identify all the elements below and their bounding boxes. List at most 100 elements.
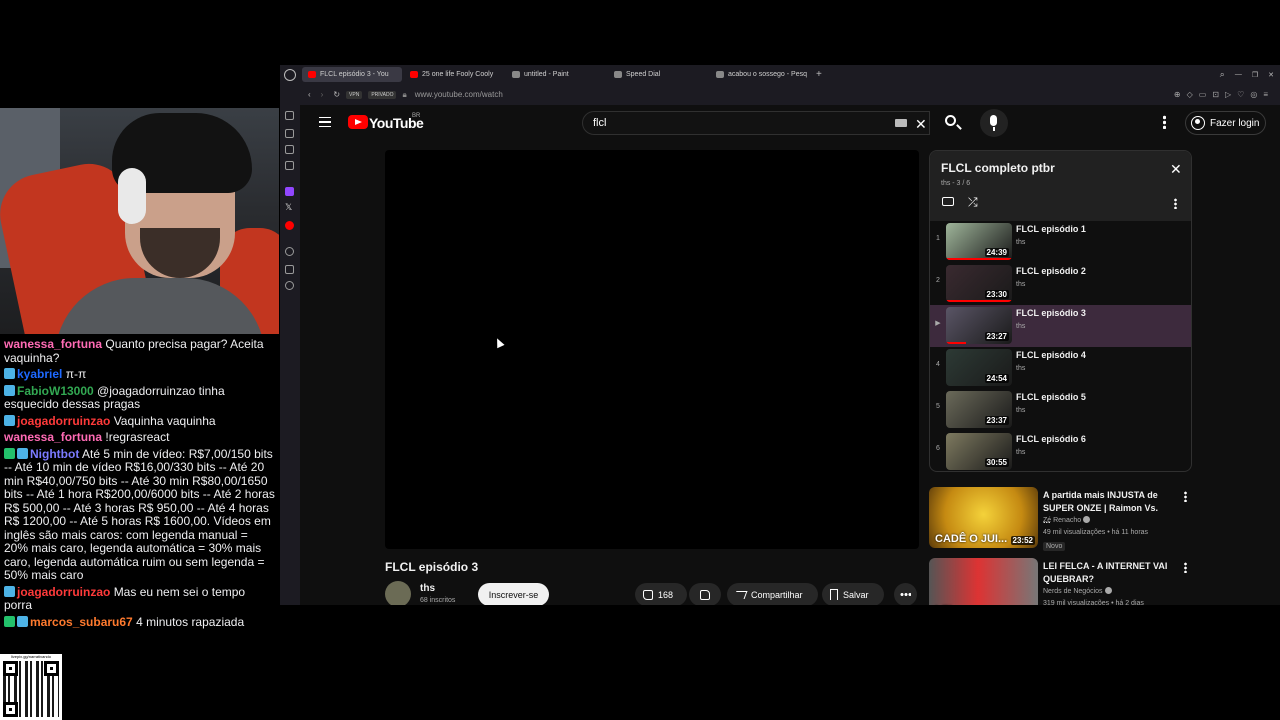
playlist-item[interactable]: 5 23:37 FLCL episódio 5 ths bbox=[930, 389, 1191, 431]
video-thumbnail[interactable]: 23:27 bbox=[946, 307, 1012, 344]
video-thumbnail[interactable]: 23:37 bbox=[946, 391, 1012, 428]
twitch-icon[interactable] bbox=[285, 187, 294, 196]
mouse-cursor-icon bbox=[493, 336, 505, 349]
browser-tab[interactable]: Speed Dial bbox=[608, 67, 708, 82]
mod-badge-icon bbox=[4, 585, 15, 597]
back-icon[interactable]: ‹ bbox=[308, 90, 311, 99]
new-tab-icon[interactable]: + bbox=[816, 69, 822, 80]
recommended-video[interactable]: LEI LEI FELCA - A INTERNET VAI QUEBRAR? Ne… bbox=[929, 558, 1189, 605]
chat-username[interactable]: wanessa_fortuna bbox=[4, 337, 102, 351]
playlist-item[interactable]: 6 30:55 FLCL episódio 6 ths bbox=[930, 431, 1191, 471]
wallet-icon[interactable] bbox=[285, 145, 294, 154]
save-button[interactable]: Salvar bbox=[822, 583, 884, 605]
menu-icon[interactable] bbox=[319, 117, 331, 127]
settings-icon[interactable] bbox=[285, 281, 294, 290]
channel-avatar[interactable] bbox=[385, 581, 411, 605]
playlist-video-title[interactable]: FLCL episódio 2 bbox=[1016, 266, 1086, 276]
chat-username[interactable]: marcos_subaru67 bbox=[30, 615, 133, 629]
video-player[interactable] bbox=[385, 150, 919, 549]
clear-search-icon[interactable]: ✕ bbox=[915, 116, 927, 133]
subscribe-button[interactable]: Inscrever-se bbox=[478, 583, 549, 605]
browser-tab[interactable]: acabou o sossego - Pesq bbox=[710, 67, 810, 82]
video-menu-icon[interactable] bbox=[1184, 562, 1187, 573]
playlist-video-title[interactable]: FLCL episódio 1 bbox=[1016, 224, 1086, 234]
video-menu-icon[interactable] bbox=[1184, 491, 1187, 502]
voice-search-icon[interactable] bbox=[980, 109, 1008, 137]
playlist-title[interactable]: FLCL completo ptbr bbox=[941, 161, 1055, 175]
shuffle-icon[interactable]: ⤮ bbox=[968, 195, 978, 210]
browser-window: FLCL episódio 3 - You 25 one life Fooly C… bbox=[280, 65, 1280, 605]
playlist-video-title[interactable]: FLCL episódio 4 bbox=[1016, 350, 1086, 360]
browser-tab[interactable]: 25 one life Fooly Cooly bbox=[404, 67, 504, 82]
video-thumbnail[interactable]: 23:30 bbox=[946, 265, 1012, 302]
share-button[interactable]: Compartilhar bbox=[727, 583, 818, 605]
browser-tab[interactable]: untitled - Paint bbox=[506, 67, 606, 82]
chat-username[interactable]: FabioW13000 bbox=[17, 384, 94, 398]
search-tabs-icon[interactable]: ⌕ bbox=[1220, 69, 1225, 80]
playlist-index: 1 bbox=[936, 235, 940, 242]
chat-message: FabioW13000 @joagadorruinzao tinha esque… bbox=[4, 384, 275, 412]
browser-menu-icon[interactable] bbox=[284, 68, 296, 81]
history-icon[interactable] bbox=[285, 111, 294, 120]
more-actions-icon[interactable] bbox=[894, 583, 917, 605]
messenger-icon[interactable] bbox=[285, 161, 294, 170]
forward-icon[interactable]: › bbox=[321, 90, 324, 99]
minimize-icon[interactable]: — bbox=[1235, 71, 1242, 78]
recommended-channel[interactable]: Nerds de Negócios bbox=[1043, 587, 1112, 595]
x-icon[interactable]: 𝕏 bbox=[285, 203, 294, 212]
extension-icons[interactable]: ⊕◇▭⊡▷♡◎≡ bbox=[1174, 90, 1274, 99]
video-thumbnail[interactable]: LEI bbox=[929, 558, 1038, 605]
thumbs-down-icon bbox=[700, 589, 710, 600]
chat-username[interactable]: joagadorruinzao bbox=[17, 414, 110, 428]
close-icon[interactable]: ✕ bbox=[1170, 161, 1182, 178]
mod-badge-icon bbox=[17, 615, 28, 627]
lock-icon[interactable]: 🔒︎ bbox=[402, 90, 406, 100]
chat-message: kyabriel π-π bbox=[4, 367, 275, 382]
video-duration: 23:37 bbox=[984, 416, 1009, 425]
keyboard-icon[interactable] bbox=[895, 119, 907, 127]
playlist-index: 4 bbox=[936, 361, 940, 368]
login-button[interactable]: Fazer login bbox=[1185, 111, 1266, 135]
close-window-icon[interactable]: ✕ bbox=[1268, 71, 1274, 79]
video-thumbnail[interactable]: 24:39 bbox=[946, 223, 1012, 260]
video-thumbnail[interactable]: 30:55 bbox=[946, 433, 1012, 470]
playlist-video-title[interactable]: FLCL episódio 6 bbox=[1016, 434, 1086, 444]
playlist-menu-icon[interactable] bbox=[1174, 198, 1177, 209]
chat-username[interactable]: wanessa_fortuna bbox=[4, 430, 102, 444]
recommended-video[interactable]: CADÊ O JUI... 23:52 A partida mais INJUSTA… bbox=[929, 487, 1189, 553]
browser-tab[interactable]: FLCL episódio 3 - You bbox=[302, 67, 402, 82]
playlist-video-title[interactable]: FLCL episódio 3 bbox=[1016, 308, 1086, 318]
playlist-item[interactable]: 4 24:54 FLCL episódio 4 ths bbox=[930, 347, 1191, 389]
video-thumbnail[interactable]: CADÊ O JUI... 23:52 bbox=[929, 487, 1038, 548]
chat-username[interactable]: Nightbot bbox=[30, 447, 79, 461]
recommended-video-title[interactable]: LEI FELCA - A INTERNET VAI QUEBRAR? bbox=[1043, 560, 1168, 585]
youtube-logo-icon[interactable] bbox=[348, 115, 368, 129]
channel-name[interactable]: ths bbox=[420, 583, 435, 594]
loop-icon[interactable] bbox=[942, 197, 954, 206]
search-button[interactable] bbox=[937, 111, 967, 135]
playlist-video-title[interactable]: FLCL episódio 5 bbox=[1016, 392, 1086, 402]
settings-kebab-icon[interactable] bbox=[1163, 115, 1166, 129]
maximize-icon[interactable]: ❐ bbox=[1252, 71, 1258, 79]
bag-icon[interactable] bbox=[285, 129, 294, 138]
watch-progress bbox=[946, 342, 966, 344]
video-duration: 24:54 bbox=[984, 374, 1009, 383]
clock-icon[interactable] bbox=[285, 247, 294, 256]
playlist-item[interactable]: 1 24:39 FLCL episódio 1 ths bbox=[930, 221, 1191, 263]
headphone-shape bbox=[118, 168, 146, 224]
video-thumbnail[interactable]: 24:54 bbox=[946, 349, 1012, 386]
reload-icon[interactable]: ↻ bbox=[333, 90, 340, 99]
extensions-icon[interactable] bbox=[285, 265, 294, 274]
dislike-button[interactable] bbox=[689, 583, 721, 605]
recommended-channel[interactable]: Zé Renacho bbox=[1043, 516, 1091, 524]
like-button[interactable]: 168 bbox=[635, 583, 687, 605]
playlist-item[interactable]: ▶ 23:27 FLCL episódio 3 ths bbox=[930, 305, 1191, 347]
search-input[interactable]: flcl bbox=[582, 111, 930, 135]
chat-message: Nightbot Até 5 min de vídeo: R$7,00/150 … bbox=[4, 447, 275, 583]
chat-username[interactable]: joagadorruinzao bbox=[17, 585, 110, 599]
url-field[interactable]: www.youtube.com/watch bbox=[415, 90, 503, 99]
youtube-sidebar-icon[interactable] bbox=[285, 221, 294, 230]
chat-username[interactable]: kyabriel bbox=[17, 367, 62, 381]
playlist-item[interactable]: 2 23:30 FLCL episódio 2 ths bbox=[930, 263, 1191, 305]
vpn-badge[interactable]: VPN bbox=[346, 90, 363, 99]
